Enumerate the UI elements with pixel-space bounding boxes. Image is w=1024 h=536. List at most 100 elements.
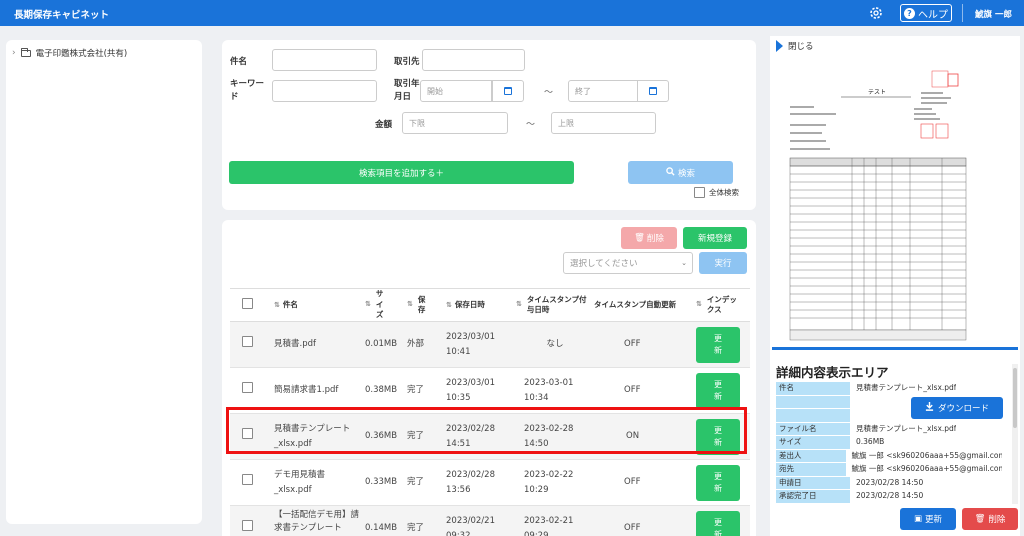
- col-saved-at[interactable]: ⇅ 保存日時: [446, 288, 516, 322]
- sort-icon: ⇅: [516, 300, 522, 309]
- cell-name[interactable]: デモ用見積書_xlsx.pdf: [274, 459, 365, 506]
- update-button[interactable]: 更新: [696, 326, 740, 363]
- document-preview: テスト: [786, 66, 1006, 356]
- col-index[interactable]: ⇅ インデックス: [696, 288, 750, 322]
- delete-label: 削除: [646, 234, 664, 244]
- row-checkbox-cell: [230, 505, 274, 536]
- tilde: 〜: [544, 88, 554, 98]
- detail-title: 詳細内容表示エリア: [776, 365, 889, 380]
- detail-row: サイズ 0.36MB: [776, 436, 1002, 449]
- delete-detail-button[interactable]: 🗑 削除: [962, 508, 1018, 530]
- cell-saved: 2023/02/28 13:56: [446, 459, 516, 506]
- cell-action: 更新: [696, 505, 750, 536]
- date-label: 取引年月日: [394, 79, 420, 102]
- amount-min-input[interactable]: 下限: [402, 112, 508, 134]
- cell-size: 0.33MB: [365, 459, 407, 506]
- gear-icon[interactable]: [868, 5, 884, 21]
- folder-icon: [20, 47, 31, 57]
- update-label: 更新: [925, 515, 943, 525]
- results-panel: 🗑 削除 新規登録 選択してください ⌄ 実行 ⇅ 件名 ⇅ サイズ ⇅ 保存 ⇅ 保存…: [222, 220, 756, 536]
- divider: [962, 4, 963, 22]
- row-checkbox[interactable]: [242, 336, 253, 348]
- select-all-checkbox[interactable]: [242, 297, 253, 309]
- keyword-label: キーワード: [230, 79, 265, 102]
- detail-row: 差出人 鯱旗 一郎 <sk960206aaa+55@gmail.com>: [776, 449, 1002, 462]
- folder-tree: › 電子印鑑株式会社(共有): [6, 40, 202, 524]
- new-register-button[interactable]: 新規登録: [683, 227, 747, 249]
- question-icon: ?: [904, 7, 915, 19]
- update-detail-button[interactable]: ▣ 更新: [900, 508, 956, 530]
- bulk-action-select[interactable]: 選択してください ⌄: [563, 252, 693, 274]
- execute-button[interactable]: 実行: [699, 252, 747, 274]
- calendar-icon[interactable]: [492, 80, 524, 102]
- col-storage[interactable]: ⇅ 保存: [407, 288, 446, 322]
- save-icon: ▣: [913, 514, 922, 524]
- subject-input[interactable]: [272, 49, 377, 71]
- user-name[interactable]: 鯱旗 一郎: [975, 8, 1012, 20]
- section-divider: [772, 347, 1018, 350]
- top-bar: 長期保存キャビネット ? ヘルプ 鯱旗 一郎: [0, 0, 1024, 26]
- tree-item-root[interactable]: › 電子印鑑株式会社(共有): [12, 47, 127, 59]
- trash-icon: 🗑: [634, 233, 645, 243]
- keyword-input[interactable]: [272, 80, 377, 102]
- search-icon: [666, 166, 675, 179]
- detail-row: 宛先 鯱旗 一郎 <sk960206aaa+55@gmail.com>: [776, 463, 1002, 476]
- table-row[interactable]: 【一括配信デモ用】請求書テンプレート_xlsx.pdf 0.14MB 完了 20…: [230, 505, 750, 536]
- update-button[interactable]: 更新: [696, 372, 740, 409]
- cell-storage: 外部: [407, 321, 446, 368]
- add-search-items-button[interactable]: 検索項目を追加する＋: [229, 161, 574, 184]
- sort-icon: ⇅: [407, 300, 413, 309]
- fulltext-label: 全体検索: [709, 188, 739, 197]
- date-end-input[interactable]: 終了: [568, 80, 638, 102]
- delete-button[interactable]: 🗑 削除: [621, 227, 677, 249]
- cell-name[interactable]: 【一括配信デモ用】請求書テンプレート_xlsx.pdf: [274, 505, 365, 536]
- help-label: ヘルプ: [918, 9, 948, 21]
- partner-input[interactable]: [422, 49, 525, 71]
- triangle-icon: [776, 40, 783, 52]
- search-panel: 件名 取引先 キーワード 取引年月日 開始 〜 終了 金額 下限 〜 上限 検索…: [222, 40, 756, 210]
- cell-size: 0.14MB: [365, 505, 407, 536]
- row-checkbox[interactable]: [242, 382, 253, 394]
- download-button[interactable]: ダウンロード: [911, 397, 1003, 419]
- cell-auto-update: OFF: [594, 459, 696, 506]
- amount-max-input[interactable]: 上限: [551, 112, 656, 134]
- chevron-down-icon: ⌄: [681, 259, 687, 267]
- update-button[interactable]: 更新: [696, 510, 740, 536]
- sort-icon: ⇅: [446, 300, 452, 309]
- search-button[interactable]: 検索: [628, 161, 733, 184]
- col-timestamp[interactable]: ⇅ タイムスタンプ付与日時: [516, 288, 594, 322]
- detail-row: ファイル名 見積書テンプレート_xlsx.pdf: [776, 422, 1002, 435]
- date-start-input[interactable]: 開始: [420, 80, 492, 102]
- table-header: ⇅ 件名 ⇅ サイズ ⇅ 保存 ⇅ 保存日時 ⇅ タイムスタンプ付与日時 タイムスタンプ自…: [230, 288, 750, 322]
- cell-size: 0.01MB: [365, 321, 407, 368]
- table-row[interactable]: デモ用見積書_xlsx.pdf 0.33MB 完了 2023/02/28 13:…: [230, 459, 750, 506]
- row-checkbox[interactable]: [242, 520, 253, 532]
- chevron-right-icon[interactable]: ›: [12, 48, 16, 58]
- row-checkbox-cell: [230, 321, 274, 368]
- calendar-icon[interactable]: [637, 80, 669, 102]
- help-button[interactable]: ? ヘルプ: [900, 4, 952, 22]
- cell-timestamp: なし: [516, 321, 594, 368]
- detail-row: 承認完了日 2023/02/28 14:50: [776, 490, 1002, 503]
- cell-auto-update: OFF: [594, 505, 696, 536]
- delete-label: 削除: [988, 515, 1006, 525]
- fulltext-option[interactable]: 全体検索: [694, 187, 739, 198]
- fulltext-checkbox[interactable]: [694, 187, 705, 198]
- selected-row-highlight: [226, 407, 747, 454]
- close-preview-button[interactable]: 閉じる: [776, 40, 814, 52]
- detail-scrollbar[interactable]: [1012, 364, 1018, 504]
- download-icon: [925, 402, 934, 414]
- cell-saved: 2023/02/21 09:32: [446, 505, 516, 536]
- col-size[interactable]: ⇅ サイズ: [365, 288, 407, 322]
- detail-row: 件名 見積書テンプレート_xlsx.pdf: [776, 382, 1002, 395]
- search-label: 検索: [677, 168, 695, 179]
- row-checkbox[interactable]: [242, 474, 253, 486]
- table-row[interactable]: 見積書.pdf 0.01MB 外部 2023/03/01 10:41 なし OF…: [230, 321, 750, 368]
- download-label: ダウンロード: [937, 404, 989, 414]
- trash-icon: 🗑: [974, 514, 986, 524]
- close-label: 閉じる: [788, 42, 814, 52]
- update-button[interactable]: 更新: [696, 464, 740, 501]
- col-subject[interactable]: ⇅ 件名: [274, 288, 365, 322]
- cell-name[interactable]: 見積書.pdf: [274, 321, 365, 368]
- amount-label: 金額: [375, 120, 393, 130]
